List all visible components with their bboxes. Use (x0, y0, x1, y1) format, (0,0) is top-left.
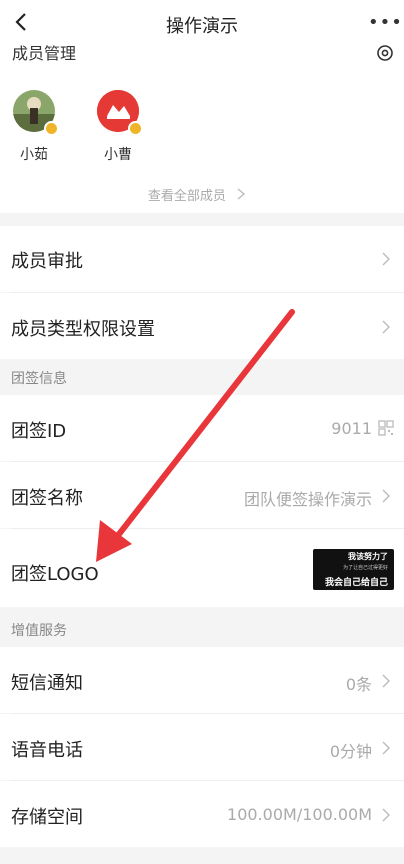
logo-text-line1: 我该努力了 (348, 552, 388, 561)
more-icon[interactable]: ••• (368, 12, 402, 33)
row-label: 语音电话 (11, 740, 83, 761)
group-name-value: 团队便签操作演示 (243, 490, 372, 509)
storage-value: 100.00M/100.00M (227, 805, 372, 824)
storage-row[interactable]: 存储空间 100.00M/100.00M (0, 781, 404, 847)
group-logo-image[interactable]: 我该努力了 为了让自己过得更好 我会自己给自己 (313, 549, 394, 590)
group-info-header: 团签信息 (11, 371, 67, 387)
member-approval-row[interactable]: 成员审批 (0, 226, 404, 292)
chevron-right-icon (382, 489, 390, 503)
qrcode-icon[interactable] (378, 420, 394, 436)
row-label: 成员审批 (11, 251, 83, 272)
member-type-permission-row[interactable]: 成员类型权限设置 (0, 293, 404, 359)
chevron-right-icon (382, 741, 390, 755)
group-id-row[interactable]: 团签ID 9011 (0, 395, 404, 461)
page-title: 操作演示 (166, 16, 238, 37)
value-added-header: 增值服务 (11, 623, 67, 639)
voice-value: 0分钟 (329, 742, 372, 761)
settings-icon[interactable] (376, 44, 394, 62)
verified-badge-icon (128, 121, 143, 136)
chevron-right-icon (382, 674, 390, 688)
members-card: 成员管理 小茹 小曹 查看全部成员 (0, 44, 404, 213)
logo-text-line2: 为了让自己过得更好 (342, 565, 388, 571)
row-label: 存储空间 (11, 807, 83, 828)
view-all-label: 查看全部成员 (147, 189, 226, 204)
row-label: 成员类型权限设置 (11, 319, 155, 340)
group-name-row[interactable]: 团签名称 团队便签操作演示 (0, 462, 404, 528)
chevron-right-icon (237, 188, 246, 200)
chevron-right-icon (382, 808, 390, 822)
group-logo-row[interactable]: 团签LOGO 我该努力了 为了让自己过得更好 我会自己给自己 (0, 529, 404, 607)
row-label: 短信通知 (11, 673, 83, 694)
sms-value: 0条 (345, 675, 372, 694)
member-name: 小曹 (104, 147, 132, 163)
members-section-title: 成员管理 (12, 44, 77, 63)
row-label: 团签LOGO (11, 564, 99, 585)
member-name: 小茹 (20, 147, 48, 163)
row-label: 团签ID (11, 421, 67, 442)
verified-badge-icon (44, 121, 59, 136)
view-all-members-link[interactable]: 查看全部成员 (0, 185, 394, 204)
chevron-right-icon (382, 252, 390, 266)
sms-notify-row[interactable]: 短信通知 0条 (0, 647, 404, 713)
group-id-value: 9011 (331, 419, 372, 438)
row-label: 团签名称 (11, 488, 83, 509)
chevron-right-icon (382, 320, 390, 334)
logo-text-line3: 我会自己给自己 (324, 578, 388, 588)
voice-call-row[interactable]: 语音电话 0分钟 (0, 714, 404, 780)
